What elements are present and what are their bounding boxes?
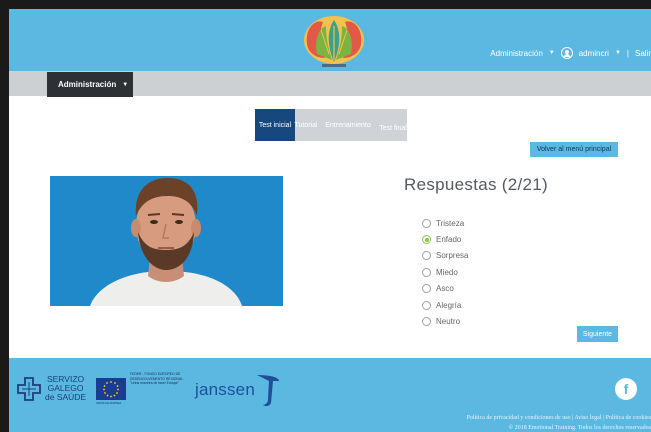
option-label: Tristeza — [436, 218, 465, 228]
option-label: Neutro — [436, 317, 461, 327]
step-test-initial: Test inicial — [255, 109, 295, 141]
user-circle-icon — [560, 47, 573, 59]
radio-button[interactable] — [422, 251, 431, 261]
sergas-logo: SERVIZO GALEGO de SAÚDE — [17, 375, 86, 402]
copyright: © 2018 Emotional Training. Todos los der… — [508, 425, 651, 431]
sergas-line: de SAÚDE — [45, 392, 87, 402]
admin-menu-label: Administración — [58, 80, 117, 89]
option-label: Sorpresa — [436, 251, 469, 261]
app-window: Administración ▼ admincri ▼ | Salir Admi… — [9, 9, 651, 432]
radio-button-checked[interactable] — [422, 235, 431, 245]
option-neutro[interactable]: Neutro — [422, 313, 468, 329]
portrait-image — [50, 176, 283, 306]
eu-flag-icon — [96, 378, 126, 400]
top-header: Administración ▼ admincri ▼ | Salir — [9, 9, 651, 71]
admin-menu-button[interactable]: Administración ▼ — [47, 72, 133, 97]
caret-down-icon: ▼ — [122, 81, 129, 88]
option-label: Miedo — [436, 267, 458, 277]
feder-text: FEDER - FONDO EUROPEO DE DESENVOLVEMENTO… — [130, 372, 184, 385]
radio-button[interactable] — [422, 300, 431, 310]
progress-steps: Test inicial Tutorial Entrenamiento Test… — [255, 109, 407, 141]
nav-separator: | — [626, 48, 629, 58]
legal-links[interactable]: Política de privacidad y condiciones de … — [467, 415, 651, 421]
janssen-wordmark: janssen — [195, 380, 255, 399]
step-test-final: Test final — [379, 109, 407, 141]
back-to-menu-button[interactable]: Volver al menú principal — [530, 142, 618, 157]
next-button[interactable]: Siguiente — [577, 326, 618, 342]
logo-flower-icon[interactable] — [299, 14, 369, 70]
janssen-swoosh-icon — [257, 375, 279, 407]
facebook-icon[interactable]: f — [615, 378, 637, 400]
answer-options: Tristeza Enfado Sorpresa Miedo Asco Aleg… — [422, 215, 468, 330]
footer: SERVIZO GALEGO de SAÚDE FEDER - FONDO EU… — [9, 358, 651, 432]
option-enfado[interactable]: Enfado — [422, 231, 468, 247]
radio-button[interactable] — [422, 284, 431, 294]
sergas-wordmark: SERVIZO GALEGO de SAÚDE — [45, 375, 86, 402]
nav-user[interactable]: admincri — [579, 49, 609, 58]
face-photo — [50, 176, 283, 306]
sergas-cross-icon — [17, 376, 41, 401]
option-miedo[interactable]: Miedo — [422, 264, 468, 280]
nav-exit[interactable]: Salir — [635, 49, 651, 58]
answers-title: Respuestas (2/21) — [404, 175, 549, 194]
option-tristeza[interactable]: Tristeza — [422, 215, 468, 231]
option-alegria[interactable]: Alegría — [422, 297, 468, 313]
option-label: Enfado — [436, 235, 462, 245]
option-sorpresa[interactable]: Sorpresa — [422, 248, 468, 264]
radio-button[interactable] — [422, 267, 431, 277]
janssen-logo: janssen — [195, 373, 281, 407]
caret-down-icon: ▼ — [614, 50, 621, 56]
top-navigation: Administración ▼ admincri ▼ | Salir — [490, 47, 651, 59]
step-tutorial: Tutorial — [294, 109, 318, 141]
radio-button[interactable] — [422, 317, 431, 327]
eu-label: UNIÓN EUROPEA — [96, 401, 122, 405]
nav-administration[interactable]: Administración — [490, 49, 542, 58]
caret-down-icon: ▼ — [548, 50, 555, 56]
radio-button[interactable] — [422, 218, 431, 228]
option-label: Asco — [436, 284, 454, 294]
step-training: Entrenamiento — [317, 109, 379, 141]
option-label: Alegría — [436, 300, 462, 310]
option-asco[interactable]: Asco — [422, 281, 468, 297]
